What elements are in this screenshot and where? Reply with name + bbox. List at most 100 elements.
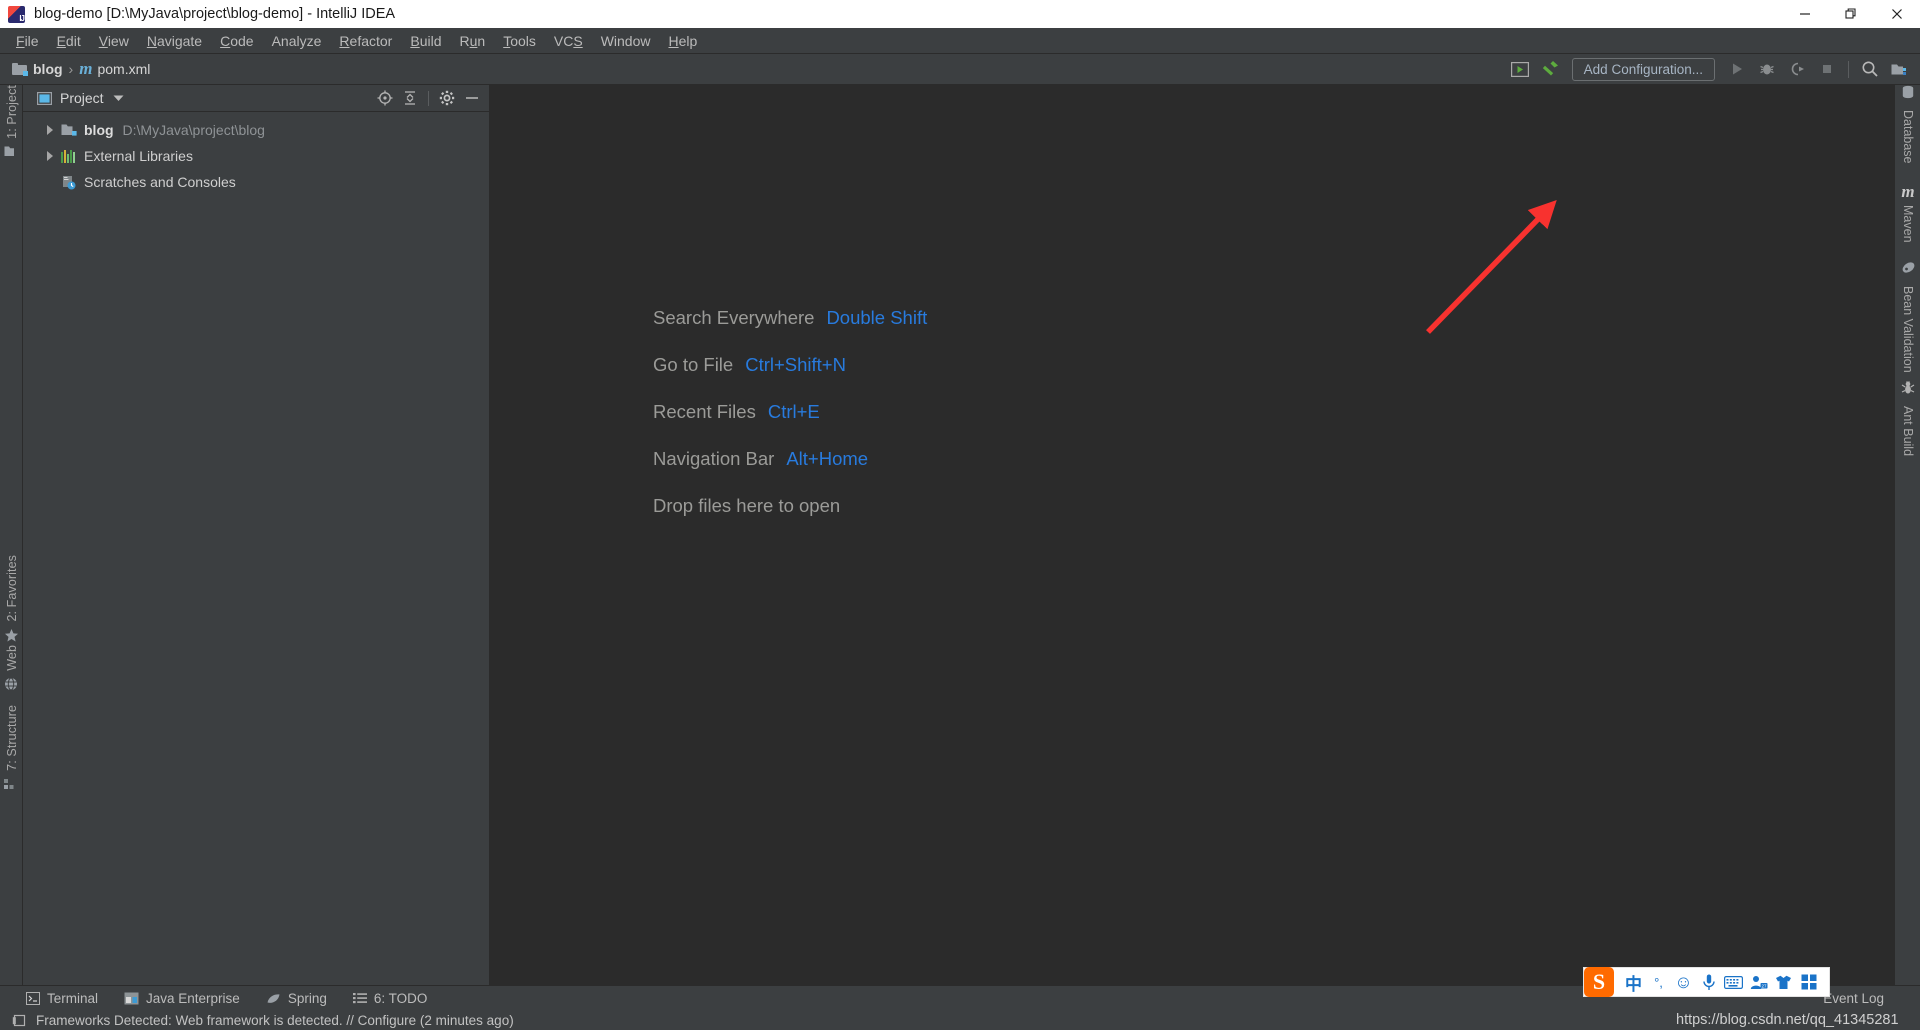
sidebar-item-project[interactable]: 1: Project <box>0 85 23 160</box>
intellij-idea-icon <box>8 5 25 23</box>
menu-help[interactable]: Help <box>659 29 706 53</box>
sidebar-item-maven-label: Maven <box>1901 205 1915 243</box>
voice-input[interactable] <box>1696 967 1721 997</box>
tree-node-external-libraries[interactable]: External Libraries <box>23 143 489 169</box>
menu-navigate[interactable]: Navigate <box>138 29 211 53</box>
sidebar-item-favorites[interactable]: 2: Favorites <box>0 555 23 643</box>
project-panel-title: Project <box>60 90 104 106</box>
project-structure-icon[interactable] <box>1886 57 1914 81</box>
panel-action-divider <box>428 90 429 106</box>
right-tool-strip: Database m Maven Bean Validation Ant Bui… <box>1894 85 1920 985</box>
language-mode-chinese[interactable]: 中 <box>1621 967 1646 997</box>
emoji-picker[interactable]: ☺ <box>1671 967 1696 997</box>
sidebar-item-project-label: 1: Project <box>4 85 19 139</box>
settings-gear-icon[interactable] <box>436 87 458 109</box>
tip-shortcut: Double Shift <box>826 307 928 328</box>
soft-keyboard[interactable] <box>1721 967 1746 997</box>
module-folder-icon <box>61 123 78 138</box>
collapse-all-icon[interactable] <box>399 87 421 109</box>
punctuation-mode[interactable]: °, <box>1646 967 1671 997</box>
menu-run[interactable]: Run <box>450 29 494 53</box>
menu-build[interactable]: Build <box>401 29 450 53</box>
sogou-ime-toolbar[interactable]: S 中 °, ☺ 27 <box>1583 967 1830 997</box>
minimize-icon[interactable] <box>1782 0 1828 28</box>
menu-analyze[interactable]: Analyze <box>263 29 331 53</box>
toolbox-menu[interactable] <box>1796 967 1821 997</box>
breadcrumb-item-pom[interactable]: pom.xml <box>97 61 150 77</box>
tree-node-blog-path: D:\MyJava\project\blog <box>122 122 265 138</box>
structure-icon <box>4 777 19 792</box>
project-panel-actions <box>374 87 483 109</box>
menu-vcs[interactable]: VCS <box>545 29 592 53</box>
update-running-application-icon[interactable] <box>1506 57 1534 81</box>
status-bar: Frameworks Detected: Web framework is de… <box>0 1010 1920 1030</box>
build-hammer-icon[interactable] <box>1536 57 1564 81</box>
bottom-tab-spring[interactable]: Spring <box>266 991 327 1006</box>
tip-go-to-file: Go to File Ctrl+Shift+N <box>653 354 927 376</box>
tree-node-blog[interactable]: blog D:\MyJava\project\blog <box>23 117 489 143</box>
hide-panel-icon[interactable] <box>461 87 483 109</box>
bottom-tab-java-enterprise[interactable]: Java Enterprise <box>124 991 240 1006</box>
toolbar-divider <box>1848 60 1849 78</box>
menu-window[interactable]: Window <box>592 29 660 53</box>
sidebar-item-database-label: Database <box>1901 110 1915 164</box>
sidebar-item-maven[interactable]: m Maven <box>1895 183 1920 243</box>
external-libraries-icon <box>61 149 78 163</box>
project-tree: blog D:\MyJava\project\blog External Lib… <box>23 112 489 195</box>
java-enterprise-icon <box>124 992 139 1005</box>
tip-shortcut: Ctrl+Shift+N <box>745 354 846 375</box>
expand-arrow-placeholder <box>45 176 57 188</box>
menu-code[interactable]: Code <box>211 29 262 53</box>
run-icon[interactable] <box>1723 57 1751 81</box>
status-message[interactable]: Frameworks Detected: Web framework is de… <box>36 1013 514 1028</box>
menu-edit[interactable]: Edit <box>48 29 90 53</box>
star-icon <box>4 628 19 643</box>
tree-node-external-libraries-label: External Libraries <box>84 148 193 164</box>
search-everywhere-icon[interactable] <box>1856 57 1884 81</box>
bottom-tab-todo[interactable]: 6: TODO <box>352 990 428 1006</box>
stop-icon[interactable] <box>1813 57 1841 81</box>
debug-bug-icon[interactable] <box>1753 57 1781 81</box>
breadcrumb-item-blog[interactable]: blog <box>33 61 63 77</box>
project-view-icon <box>37 91 53 105</box>
run-with-coverage-icon[interactable] <box>1783 57 1811 81</box>
editor-empty-area[interactable]: Search Everywhere Double Shift Go to Fil… <box>490 85 1894 985</box>
skin-selector[interactable] <box>1771 967 1796 997</box>
tip-search-everywhere: Search Everywhere Double Shift <box>653 307 927 329</box>
sidebar-item-ant-build[interactable]: Ant Build <box>1895 380 1920 456</box>
editor-shortcut-tips: Search Everywhere Double Shift Go to Fil… <box>653 307 927 517</box>
bottom-tab-todo-label: 6: TODO <box>373 990 428 1006</box>
sidebar-item-favorites-label: 2: Favorites <box>4 555 19 622</box>
left-tool-strip: 1: Project 2: Favorites Web 7: Structure <box>0 85 23 985</box>
frameworks-detected-icon[interactable] <box>12 1014 26 1027</box>
sidebar-item-web-label: Web <box>4 645 19 671</box>
sidebar-item-web[interactable]: Web <box>0 645 23 692</box>
expand-arrow-icon[interactable] <box>45 124 57 136</box>
bottom-tab-event-log-label: Event Log <box>1823 990 1884 1006</box>
sidebar-item-bean-validation[interactable]: Bean Validation <box>1895 260 1920 373</box>
sogou-input-logo[interactable]: S <box>1584 967 1614 997</box>
restore-icon[interactable] <box>1828 0 1874 28</box>
user-center[interactable]: 27 <box>1746 967 1771 997</box>
menu-view[interactable]: View <box>90 29 138 53</box>
menu-file[interactable]: File <box>7 29 48 53</box>
menu-tools[interactable]: Tools <box>494 29 545 53</box>
tree-node-scratches[interactable]: Scratches and Consoles <box>23 169 489 195</box>
menu-bar: File Edit View Navigate Code Analyze Ref… <box>0 28 1920 54</box>
chevron-down-icon[interactable] <box>113 89 124 107</box>
project-icon <box>4 145 19 160</box>
bottom-tab-terminal[interactable]: Terminal <box>26 991 98 1006</box>
bottom-tab-event-log[interactable]: Event Log <box>1823 991 1884 1006</box>
menu-refactor[interactable]: Refactor <box>330 29 401 53</box>
project-panel-header: Project <box>23 85 489 112</box>
title-bar: blog-demo [D:\MyJava\project\blog-demo] … <box>0 0 1920 28</box>
close-icon[interactable] <box>1874 0 1920 28</box>
sidebar-item-database[interactable]: Database <box>1895 85 1920 164</box>
sidebar-item-structure[interactable]: 7: Structure <box>0 705 23 792</box>
tip-drop-files: Drop files here to open <box>653 495 927 517</box>
run-configuration-selector[interactable]: Add Configuration... <box>1571 57 1715 81</box>
tree-node-scratches-label: Scratches and Consoles <box>84 174 236 190</box>
expand-arrow-icon[interactable] <box>45 150 57 162</box>
scroll-from-source-icon[interactable] <box>374 87 396 109</box>
tip-shortcut: Ctrl+E <box>767 401 820 422</box>
